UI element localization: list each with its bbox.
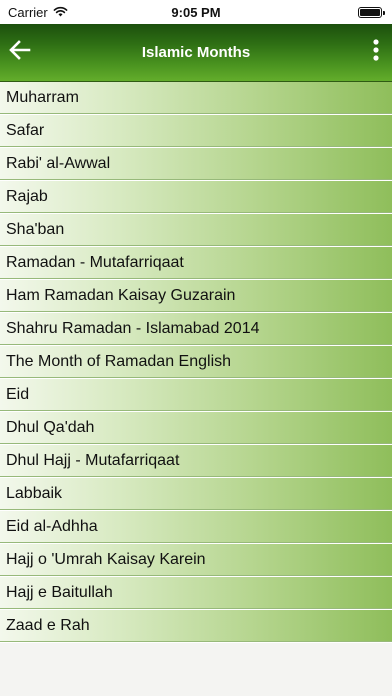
list-item[interactable]: Zaad e Rah <box>0 610 392 643</box>
list-item[interactable]: Ramadan - Mutafarriqaat <box>0 247 392 280</box>
list-item[interactable]: Sha'ban <box>0 214 392 247</box>
list-item[interactable]: Eid al-Adhha <box>0 511 392 544</box>
overflow-menu-button[interactable] <box>368 38 384 66</box>
list-item[interactable]: Shahru Ramadan - Islamabad 2014 <box>0 313 392 346</box>
list-item[interactable]: Hajj o 'Umrah Kaisay Karein <box>0 544 392 577</box>
status-time: 9:05 PM <box>171 4 221 20</box>
app-bar: Islamic Months <box>0 24 392 81</box>
arrow-left-icon <box>9 39 31 65</box>
list-item[interactable]: Labbaik <box>0 478 392 511</box>
list-item[interactable]: Eid <box>0 379 392 412</box>
list-item[interactable]: The Month of Ramadan English <box>0 346 392 379</box>
list-item[interactable]: Dhul Hajj - Mutafarriqaat <box>0 445 392 478</box>
back-button[interactable] <box>6 38 34 66</box>
list-item[interactable]: Muharram <box>0 82 392 115</box>
list-item[interactable]: Dhul Qa'dah <box>0 412 392 445</box>
list-item[interactable]: Hajj e Baitullah <box>0 577 392 610</box>
month-list: Muharram Safar Rabi' al-Awwal Rajab Sha'ban R… <box>0 81 392 643</box>
page-title: Islamic Months <box>141 44 251 61</box>
list-item[interactable]: Rabi' al-Awwal <box>0 148 392 181</box>
more-vertical-icon <box>373 38 379 66</box>
battery-icon <box>358 6 385 18</box>
list-item[interactable]: Safar <box>0 115 392 148</box>
status-bar: Carrier 9:05 PM <box>0 0 392 24</box>
list-item[interactable]: Ham Ramadan Kaisay Guzarain <box>0 280 392 313</box>
list-item[interactable]: Rajab <box>0 181 392 214</box>
